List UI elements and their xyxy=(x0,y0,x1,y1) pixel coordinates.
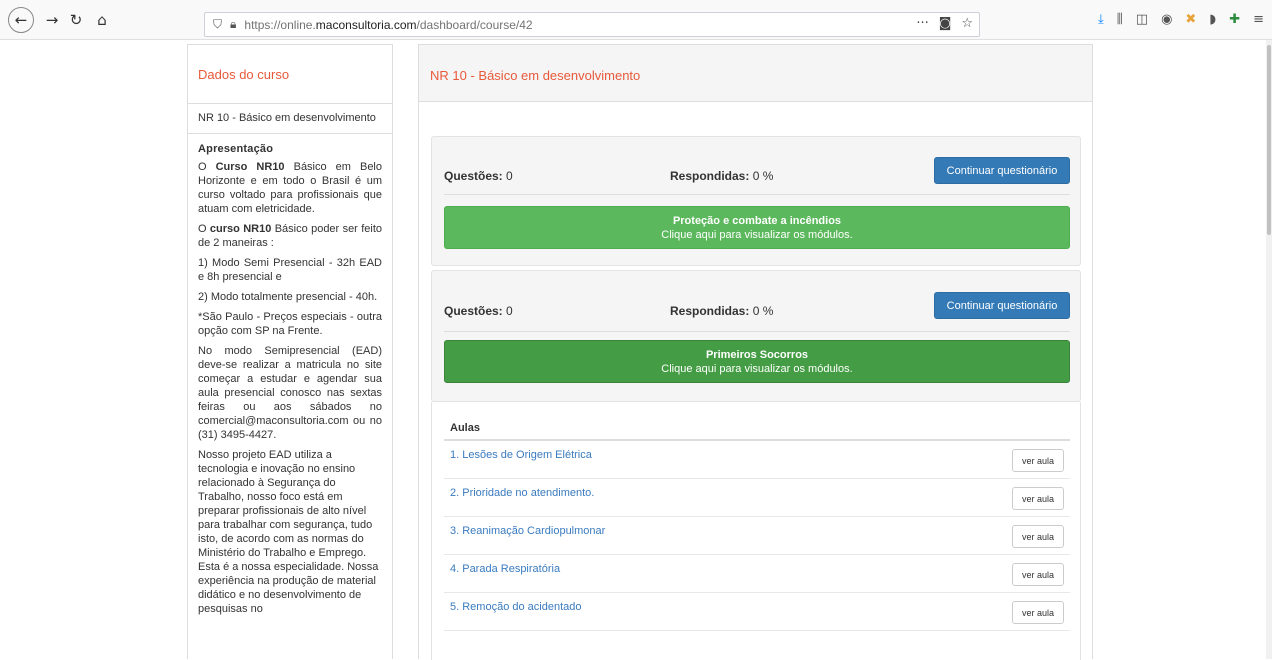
page-title: NR 10 - Básico em desenvolvimento xyxy=(419,45,1092,102)
lesson-link[interactable]: 3. Reanimação Cardiopulmonar xyxy=(450,525,605,537)
sidebar-icon[interactable]: ◫ xyxy=(1136,12,1148,27)
description-title: Apresentação xyxy=(198,143,274,155)
browser-toolbar: ← → ↻ ⌂ ⛉ 🔒︎ https://online.maconsultori… xyxy=(0,0,1272,40)
url-text: https://online.maconsultoria.com/dashboa… xyxy=(244,17,533,32)
view-lesson-button[interactable]: ver aula xyxy=(1012,563,1064,586)
description-paragraph: *São Paulo - Preços especiais - outra op… xyxy=(198,311,382,337)
course-info-heading: Dados do curso xyxy=(188,45,392,104)
description-paragraph: Nosso projeto EAD utiliza a tecnologia e… xyxy=(198,449,379,615)
lesson-link[interactable]: 4. Parada Respiratória xyxy=(450,563,560,575)
lessons-section: Aulas 1. Lesões de Origem Elétrica ver a… xyxy=(431,402,1081,660)
view-lesson-button[interactable]: ver aula xyxy=(1012,525,1064,548)
lesson-link[interactable]: 5. Remoção do acidentado xyxy=(450,601,581,613)
lesson-row: 3. Reanimação Cardiopulmonar ver aula xyxy=(444,517,1070,555)
questions-count: Questões: 0 xyxy=(444,304,513,318)
lessons-heading: Aulas xyxy=(450,422,480,434)
lesson-row: 4. Parada Respiratória ver aula xyxy=(444,555,1070,593)
reload-icon[interactable]: ↻ xyxy=(64,8,88,32)
course-info-panel: Dados do curso NR 10 - Básico em desenvo… xyxy=(187,44,393,659)
questionnaire-stats-row: Questões: 0 Respondidas: 0 % Continuar q… xyxy=(444,157,1070,195)
page-scrollbar[interactable] xyxy=(1266,40,1272,659)
view-lesson-button[interactable]: ver aula xyxy=(1012,601,1064,624)
view-lesson-button[interactable]: ver aula xyxy=(1012,449,1064,472)
description-paragraph: No modo Semipresencial (EAD) deve-se rea… xyxy=(198,345,382,441)
module-link[interactable]: Proteção e combate a incêndios Clique aq… xyxy=(444,206,1070,249)
back-icon[interactable]: ← xyxy=(8,7,34,33)
continue-questionnaire-button[interactable]: Continuar questionário xyxy=(934,292,1070,319)
address-bar[interactable]: ⛉ 🔒︎ https://online.maconsultoria.com/da… xyxy=(204,12,980,37)
shield-icon[interactable]: ⛉ xyxy=(213,17,222,32)
menu-icon[interactable]: ≡ xyxy=(1253,12,1264,27)
extension-x-icon[interactable]: ✖ xyxy=(1185,12,1196,27)
forward-icon[interactable]: → xyxy=(40,8,64,32)
questions-count: Questões: 0 xyxy=(444,169,513,183)
home-icon[interactable]: ⌂ xyxy=(90,8,114,32)
lesson-row: 5. Remoção do acidentado ver aula xyxy=(444,593,1070,631)
course-description: Apresentação O Curso NR10 Básico em Belo… xyxy=(188,134,392,616)
extension-shield-icon[interactable]: ◗ xyxy=(1209,12,1216,27)
module-link[interactable]: Primeiros Socorros Clique aqui para visu… xyxy=(444,340,1070,383)
scrollbar-thumb[interactable] xyxy=(1267,45,1271,235)
questionnaire-block: Questões: 0 Respondidas: 0 % Continuar q… xyxy=(431,136,1081,266)
course-name: NR 10 - Básico em desenvolvimento xyxy=(188,104,392,134)
lesson-row: 1. Lesões de Origem Elétrica ver aula xyxy=(444,441,1070,479)
lock-icon[interactable]: 🔒︎ xyxy=(230,17,236,32)
description-paragraph: 2) Modo totalmente presencial - 40h. xyxy=(198,291,378,303)
download-icon[interactable]: ⤓ xyxy=(1098,12,1104,27)
pocket-icon[interactable]: ◙ xyxy=(939,16,952,31)
description-paragraph: O Curso NR10 Básico em Belo Horizonte e … xyxy=(198,161,382,215)
lesson-link[interactable]: 2. Prioridade no atendimento. xyxy=(450,487,594,499)
library-icon[interactable]: ⫼ xyxy=(1117,12,1123,27)
questionnaire-block: Questões: 0 Respondidas: 0 % Continuar q… xyxy=(431,270,1081,402)
lesson-row: 2. Prioridade no atendimento. ver aula xyxy=(444,479,1070,517)
questionnaire-stats-row: Questões: 0 Respondidas: 0 % Continuar q… xyxy=(444,292,1070,332)
description-paragraph: O curso NR10 Básico poder ser feito de 2… xyxy=(198,223,382,249)
continue-questionnaire-button[interactable]: Continuar questionário xyxy=(934,157,1070,184)
description-paragraph: 1) Modo Semi Presencial - 32h EAD e 8h p… xyxy=(198,257,382,283)
lesson-link[interactable]: 1. Lesões de Origem Elétrica xyxy=(450,449,592,461)
course-main-panel: NR 10 - Básico em desenvolvimento Questõ… xyxy=(418,44,1093,660)
page-actions-icon[interactable]: ··· xyxy=(916,16,928,31)
answered-percent: Respondidas: 0 % xyxy=(670,304,774,318)
bookmark-star-icon[interactable]: ☆ xyxy=(961,16,973,31)
answered-percent: Respondidas: 0 % xyxy=(670,169,774,183)
view-lesson-button[interactable]: ver aula xyxy=(1012,487,1064,510)
extension-puzzle-icon[interactable]: ✚ xyxy=(1229,12,1240,27)
account-icon[interactable]: ◉ xyxy=(1161,12,1172,27)
